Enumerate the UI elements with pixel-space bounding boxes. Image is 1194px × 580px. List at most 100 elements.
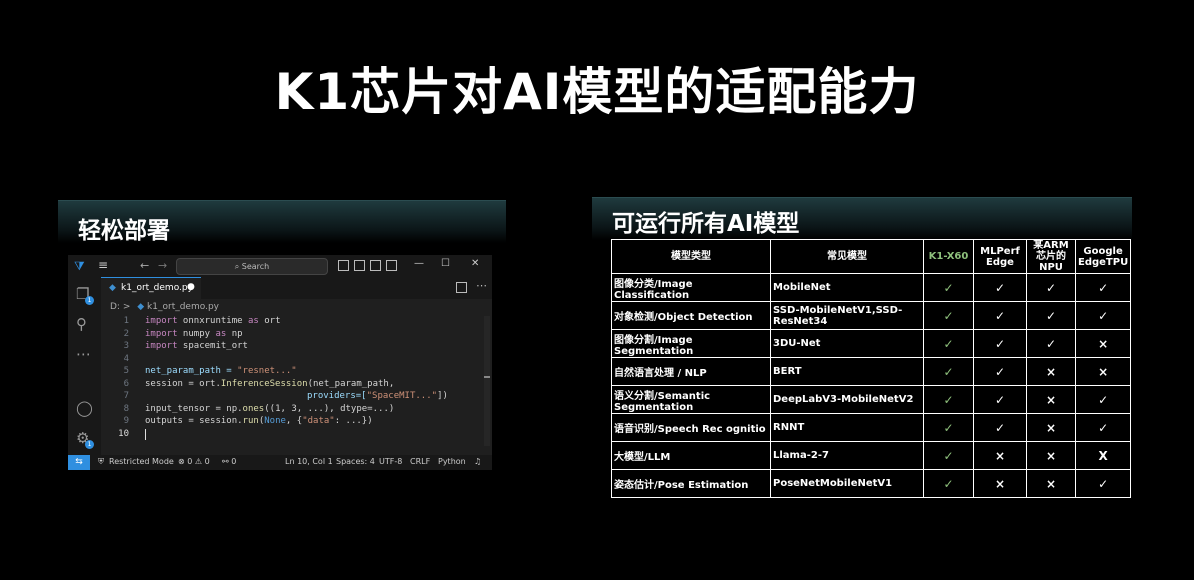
code-token: onnxruntime [177, 316, 248, 326]
code-line: providers=["SpaceMIT..."]) [307, 391, 448, 401]
command-search-box[interactable]: ⌕ Search [176, 258, 328, 275]
encoding-status[interactable]: UTF-8 [379, 457, 402, 466]
arm-npu-support-cell: × [1026, 357, 1076, 386]
more-actions-icon[interactable]: ⋯ [476, 279, 487, 292]
more-icon[interactable]: ⋯ [76, 345, 91, 363]
back-arrow-icon[interactable]: ← [140, 259, 149, 272]
language-mode-status[interactable]: Python [438, 457, 466, 466]
code-line: import onnxruntime as ort [145, 316, 281, 326]
unsaved-indicator[interactable]: ● [187, 282, 195, 292]
maximize-icon[interactable]: ☐ [441, 258, 450, 269]
arm-npu-support-cell: × [1026, 413, 1076, 442]
line-number: 9 [123, 416, 129, 426]
model-type-cell: 图像分类/Image Classification [611, 273, 771, 302]
cursor-position-status[interactable]: Ln 10, Col 1 [285, 457, 333, 466]
vertical-scrollbar[interactable] [484, 316, 490, 446]
menu-icon[interactable]: ≡ [98, 258, 108, 272]
line-number: 10 [118, 428, 129, 439]
model-name-cell: PoseNetMobileNetV1 [770, 469, 924, 498]
table-row: 大模型/LLM Llama-2-7 ✓ × × X [611, 441, 1132, 470]
code-line: import spacemit_ort [145, 341, 248, 351]
model-type-cell: 姿态估计/Pose Estimation [611, 469, 771, 498]
breadcrumb-file[interactable]: k1_ort_demo.py [147, 302, 219, 312]
table-row: 图像分类/Image Classification MobileNet ✓ ✓ ✓ ✓ [611, 273, 1132, 302]
table-row: 语音识别/Speech Rec ognitio RNNT ✓ ✓ × ✓ [611, 413, 1132, 442]
right-panel-heading: 可运行所有AI模型 [612, 211, 800, 237]
k1-support-cell: ✓ [923, 329, 974, 358]
activity-bar: ❐ 1 ⚲ ⋯ ◯ ⚙ 1 [68, 277, 101, 457]
model-name-cell: BERT [770, 357, 924, 386]
remote-indicator-icon[interactable]: ⇆ [68, 455, 90, 470]
account-icon[interactable]: ◯ [76, 399, 93, 417]
arm-npu-support-cell: ✓ [1026, 329, 1076, 358]
table-row: 自然语言处理 / NLP BERT ✓ ✓ × × [611, 357, 1132, 386]
right-panel-header: 可运行所有AI模型 [592, 197, 1132, 240]
toggle-panel-icon[interactable] [354, 260, 365, 271]
code-token: providers=[ [307, 391, 367, 401]
line-number: 1 [123, 316, 129, 326]
close-icon[interactable]: ✕ [471, 258, 479, 269]
code-token: input_tensor = np. [145, 403, 243, 414]
edgetpu-support-cell: X [1074, 441, 1132, 470]
model-name-cell: 3DU-Net [770, 329, 924, 358]
column-header: K1-X60 [923, 239, 974, 274]
customize-layout-icon[interactable] [386, 260, 397, 271]
code-token: import [145, 341, 178, 351]
search-icon: ⌕ [234, 262, 242, 271]
eol-status[interactable]: CRLF [410, 457, 430, 466]
vscode-window: ⧩ ≡ ← → ⌕ Search — ☐ ✕ ❐ 1 ⚲ ⋯ ◯ ⚙ 1 ◆ k… [68, 255, 492, 470]
notifications-icon[interactable]: ♫ [474, 457, 481, 466]
edgetpu-support-cell: × [1074, 329, 1132, 358]
code-token: as [215, 328, 227, 339]
breadcrumb-drive[interactable]: D: > [110, 302, 130, 312]
tab-k1-ort-demo[interactable]: ◆ k1_ort_demo.py ● [101, 277, 201, 300]
search-icon[interactable]: ⚲ [76, 315, 87, 333]
code-token: np [226, 328, 243, 339]
toggle-sidebar-icon[interactable] [338, 260, 349, 271]
forward-arrow-icon[interactable]: → [158, 259, 167, 272]
left-panel-header: 轻松部署 [58, 200, 506, 244]
code-token: as [247, 316, 259, 326]
model-name-cell: Llama-2-7 [770, 441, 924, 470]
minimize-icon[interactable]: — [414, 258, 424, 269]
model-type-cell: 语音识别/Speech Rec ognitio [611, 413, 771, 442]
model-name-cell: SSD-MobileNetV1,SSD-ResNet34 [770, 301, 924, 330]
code-token: import [145, 316, 178, 326]
line-number: 5 [123, 366, 129, 376]
problems-status[interactable]: ⊗ 0 ⚠ 0 [178, 457, 210, 466]
line-number: 7 [123, 391, 129, 401]
model-type-cell: 语义分割/Semantic Segmentation [611, 385, 771, 414]
code-editor[interactable]: 1 2 3 4 5 6 7 8 9 10 import onnxruntime … [101, 316, 492, 446]
mlperf-support-cell: ✓ [973, 357, 1027, 386]
indentation-status[interactable]: Spaces: 4 [336, 457, 375, 466]
ports-status[interactable]: ⚯ 0 [222, 457, 236, 466]
split-editor-icon[interactable] [456, 282, 467, 293]
arm-npu-support-cell: × [1026, 441, 1076, 470]
column-header: MLPerf Edge [973, 239, 1027, 274]
k1-support-cell: ✓ [923, 273, 974, 302]
k1-support-cell: ✓ [923, 301, 974, 330]
edgetpu-support-cell: ✓ [1074, 469, 1132, 498]
code-line: import numpy as np [145, 329, 243, 339]
table-row: 对象检测/Object Detection SSD-MobileNetV1,SSD… [611, 301, 1132, 330]
scroll-marker [484, 376, 490, 378]
code-line: net_param_path = "resnet..." [145, 366, 297, 376]
model-name-cell: MobileNet [770, 273, 924, 302]
code-token: import [145, 328, 178, 339]
left-panel-heading: 轻松部署 [78, 218, 170, 244]
mlperf-support-cell: × [973, 469, 1027, 498]
model-type-cell: 大模型/LLM [611, 441, 771, 470]
code-token: "resnet..." [237, 366, 297, 376]
tab-label: k1_ort_demo.py [121, 283, 193, 293]
restricted-mode-status[interactable]: Restricted Mode [109, 457, 174, 466]
vscode-logo-icon: ⧩ [74, 259, 85, 273]
page-title: K1芯片对AI模型的适配能力 [274, 63, 920, 121]
settings-badge: 1 [85, 440, 94, 449]
table-row: 姿态估计/Pose Estimation PoseNetMobileNetV1 ✓ ×… [611, 469, 1132, 498]
mlperf-support-cell: ✓ [973, 329, 1027, 358]
edgetpu-support-cell: × [1074, 357, 1132, 386]
code-token: outputs = session. [145, 416, 243, 426]
k1-support-cell: ✓ [923, 357, 974, 386]
k1-support-cell: ✓ [923, 441, 974, 470]
toggle-secondary-sidebar-icon[interactable] [370, 260, 381, 271]
